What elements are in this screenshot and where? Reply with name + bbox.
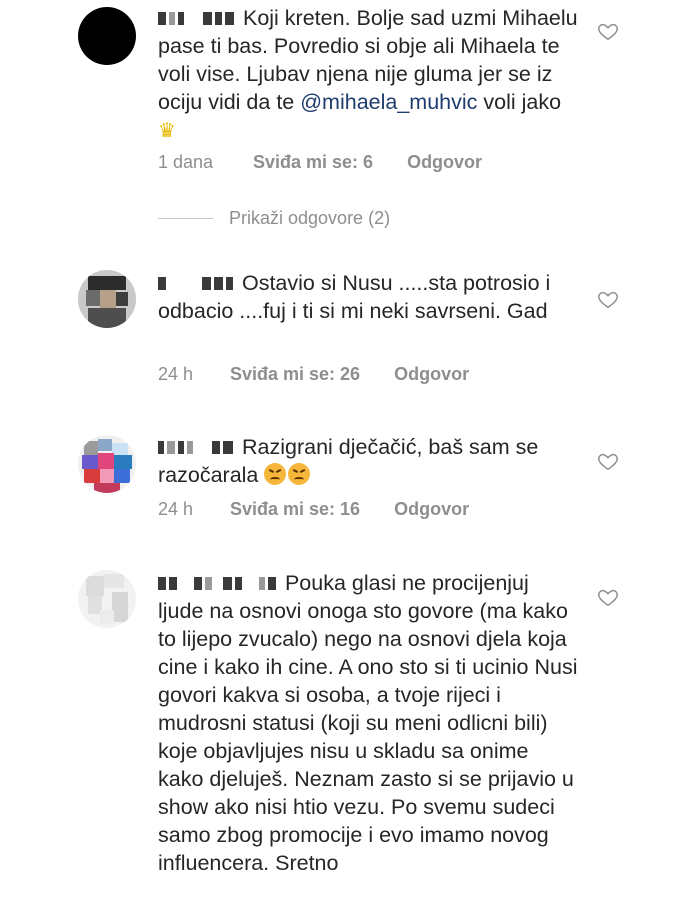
heart-outline-icon[interactable]: [597, 20, 619, 42]
persevering-face-emoji-icon: [288, 463, 311, 485]
reply-button[interactable]: Odgovor: [394, 364, 469, 385]
comment-text: Koji kreten. Bolje sad uzmi Mihaelu pase…: [158, 4, 578, 142]
heart-outline-icon[interactable]: [597, 450, 619, 472]
mention-link[interactable]: @mihaela_muhvic: [300, 90, 477, 114]
reply-button[interactable]: Odgovor: [394, 499, 469, 520]
view-replies-label[interactable]: Prikaži odgovore (2): [229, 208, 390, 229]
comment-meta: 1 dana Sviđa mi se: 6 Odgovor: [158, 152, 482, 173]
username-redacted[interactable]: [158, 4, 237, 32]
view-replies-button[interactable]: Prikaži odgovore (2): [158, 208, 390, 229]
heart-outline-icon[interactable]: [597, 288, 619, 310]
timestamp: 24 h: [158, 364, 194, 384]
persevering-face-emoji-icon: [264, 463, 287, 485]
timestamp: 24 h: [158, 499, 194, 519]
comment-text: Pouka glasi ne procijenjuj ljude na osno…: [158, 569, 578, 875]
avatar[interactable]: [78, 7, 136, 65]
heart-outline-icon[interactable]: [597, 586, 619, 608]
crown-emoji-icon: ♛: [158, 120, 176, 142]
username-redacted[interactable]: [158, 433, 236, 461]
username-redacted[interactable]: [158, 269, 236, 297]
comment-text: Razigrani dječačić, baš sam se razočaral…: [158, 433, 539, 487]
comment-meta: 24 h Sviđa mi se: 16 Odgovor: [158, 499, 469, 520]
username-redacted[interactable]: [158, 569, 279, 597]
comment-meta: 24 h Sviđa mi se: 26 Odgovor: [158, 364, 469, 385]
avatar[interactable]: [78, 435, 136, 493]
avatar[interactable]: [78, 270, 136, 328]
timestamp: 1 dana: [158, 152, 214, 172]
likes-count[interactable]: Sviđa mi se: 16: [230, 499, 360, 520]
avatar[interactable]: [78, 570, 136, 628]
likes-count[interactable]: Sviđa mi se: 6: [253, 152, 373, 173]
reply-button[interactable]: Odgovor: [407, 152, 482, 173]
divider-line: [158, 218, 213, 219]
likes-count[interactable]: Sviđa mi se: 26: [230, 364, 360, 385]
comment-text: Ostavio si Nusu .....sta potrosio i odba…: [158, 269, 551, 323]
